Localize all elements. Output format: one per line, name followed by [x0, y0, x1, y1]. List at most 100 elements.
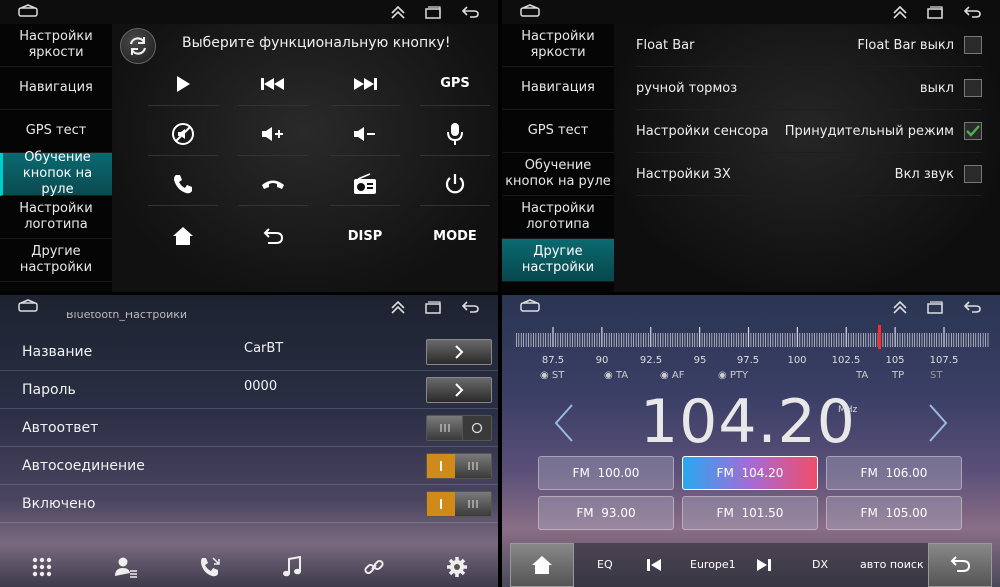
gear-icon[interactable] [446, 556, 468, 578]
sidebar-item-brightness[interactable]: Настройки яркости [0, 24, 112, 67]
play-button[interactable] [148, 62, 218, 106]
tuner-marker [877, 325, 881, 349]
scale-label: 90 [595, 355, 609, 366]
volume-down-button[interactable] [330, 112, 400, 156]
other-settings-screen: Настройки яркости Навигация GPS тест Обу… [502, 0, 1000, 292]
phone-answer-button[interactable] [148, 162, 218, 206]
bt-row-label: Включено [22, 495, 96, 512]
setting-row-handbrake[interactable]: ручной тормоз выкл [636, 67, 982, 110]
setting-row-float-bar[interactable]: Float Bar Float Bar выкл [636, 24, 982, 67]
eq-button[interactable]: EQ [597, 558, 613, 571]
settings-sidebar: Настройки яркости Навигация GPS тест Обу… [502, 24, 614, 292]
expand-up-icon[interactable] [390, 4, 406, 20]
bt-row-name[interactable]: Название CarBT [0, 333, 498, 371]
sidebar-item-gps-test[interactable]: GPS тест [502, 110, 614, 153]
back-button[interactable] [238, 214, 308, 258]
bluetooth-enabled-toggle[interactable] [426, 490, 492, 517]
sidebar-item-navigation[interactable]: Навигация [502, 67, 614, 110]
bt-row-autoconnect[interactable]: Автосоединение [0, 447, 498, 485]
setting-row-reverse[interactable]: Настройки ЗХ Вкл звук [636, 153, 982, 196]
float-bar-checkbox[interactable] [964, 36, 982, 54]
toggle-on-indicator [427, 453, 455, 478]
setting-value: выкл [919, 80, 954, 96]
expand-up-icon[interactable] [892, 299, 908, 315]
expand-up-icon[interactable] [390, 299, 406, 315]
preset-3[interactable]: FM 106.00 [826, 456, 962, 490]
setting-row-sensor[interactable]: Настройки сенсора Принудительный режим [636, 110, 982, 153]
prev-track-button[interactable] [238, 62, 308, 106]
sidebar-item-steering-learning[interactable]: Обучение кнопок на руле [0, 150, 112, 197]
sidebar-item-navigation[interactable]: Навигация [0, 67, 112, 110]
back-nav-icon[interactable] [962, 4, 982, 20]
sidebar-item-steering-learning[interactable]: Обучение кнопок на руле [502, 153, 614, 196]
scale-label: 105 [885, 355, 905, 366]
sidebar-item-logo[interactable]: Настройки логотипа [0, 196, 112, 239]
next-station-icon[interactable] [756, 557, 772, 573]
next-track-button[interactable] [330, 62, 400, 106]
music-icon[interactable] [282, 556, 302, 578]
handbrake-checkbox[interactable] [964, 79, 982, 97]
settings-sidebar: Настройки яркости Навигация GPS тест Обу… [0, 24, 112, 292]
band-region-label[interactable]: Europe1 [690, 558, 736, 571]
sensor-checkbox[interactable] [964, 122, 982, 140]
preset-1[interactable]: FM 100.00 [538, 456, 674, 490]
sidebar-item-other[interactable]: Другие настройки [502, 239, 614, 282]
link-icon[interactable] [363, 556, 385, 578]
volume-up-button[interactable] [238, 112, 308, 156]
disp-button[interactable]: DISP [330, 214, 400, 258]
home-nav-icon[interactable] [520, 299, 540, 313]
preset-6[interactable]: FM 105.00 [826, 496, 962, 530]
microphone-button[interactable] [420, 112, 490, 156]
autoanswer-toggle[interactable] [426, 414, 492, 441]
bt-row-label: Название [22, 343, 93, 360]
device-name-edit-button[interactable] [426, 338, 492, 365]
tuner-scale[interactable] [512, 325, 990, 349]
phone-hangup-button[interactable] [238, 162, 308, 206]
home-nav-icon[interactable] [18, 299, 38, 313]
bt-row-autoanswer[interactable]: Автоответ [0, 409, 498, 447]
bt-row-password[interactable]: Пароль 0000 [0, 371, 498, 409]
bt-row-value: 0000 [244, 379, 278, 394]
mode-button[interactable]: MODE [420, 214, 490, 258]
radio-home-button[interactable] [510, 543, 574, 587]
home-nav-icon[interactable] [520, 4, 540, 18]
preset-2[interactable]: FM 104.20 [682, 456, 818, 490]
dx-button[interactable]: DX [812, 558, 828, 571]
dialpad-icon[interactable] [31, 556, 53, 578]
bt-row-enabled[interactable]: Включено [0, 485, 498, 523]
back-nav-icon[interactable] [962, 299, 982, 315]
gps-button[interactable]: GPS [420, 62, 490, 106]
reverse-sound-checkbox[interactable] [964, 165, 982, 183]
radio-back-button[interactable] [928, 543, 992, 587]
scale-flag-ta: TA [856, 370, 869, 381]
recent-apps-icon[interactable] [926, 299, 944, 315]
home-nav-icon[interactable] [18, 4, 38, 18]
radio-button[interactable] [330, 162, 400, 206]
auto-search-button[interactable]: авто поиск [860, 558, 924, 571]
sidebar-item-gps-test[interactable]: GPS тест [0, 110, 112, 153]
recent-apps-icon[interactable] [424, 4, 442, 20]
back-nav-icon[interactable] [460, 299, 480, 315]
reset-button[interactable] [120, 28, 156, 64]
prev-station-icon[interactable] [646, 557, 662, 573]
call-log-icon[interactable] [199, 556, 221, 578]
preset-5[interactable]: FM 101.50 [682, 496, 818, 530]
sidebar-item-other[interactable]: Другие настройки [0, 239, 112, 282]
sidebar-item-label: Обучение кнопок на руле [505, 158, 611, 189]
contacts-icon[interactable] [114, 556, 138, 578]
password-edit-button[interactable] [426, 376, 492, 403]
recent-apps-icon[interactable] [424, 299, 442, 315]
power-button[interactable] [420, 162, 490, 206]
sidebar-item-brightness[interactable]: Настройки яркости [502, 24, 614, 67]
back-nav-icon[interactable] [460, 4, 480, 20]
home-button[interactable] [148, 214, 218, 258]
seek-down-chevron-icon[interactable] [552, 403, 576, 443]
recent-apps-icon[interactable] [926, 4, 944, 20]
expand-up-icon[interactable] [892, 4, 908, 20]
seek-up-chevron-icon[interactable] [926, 403, 950, 443]
autoconnect-toggle[interactable] [426, 452, 492, 479]
sidebar-item-logo[interactable]: Настройки логотипа [502, 196, 614, 239]
toggle-off-indicator [463, 416, 491, 440]
mute-button[interactable] [148, 112, 218, 156]
preset-4[interactable]: FM 93.00 [538, 496, 674, 530]
